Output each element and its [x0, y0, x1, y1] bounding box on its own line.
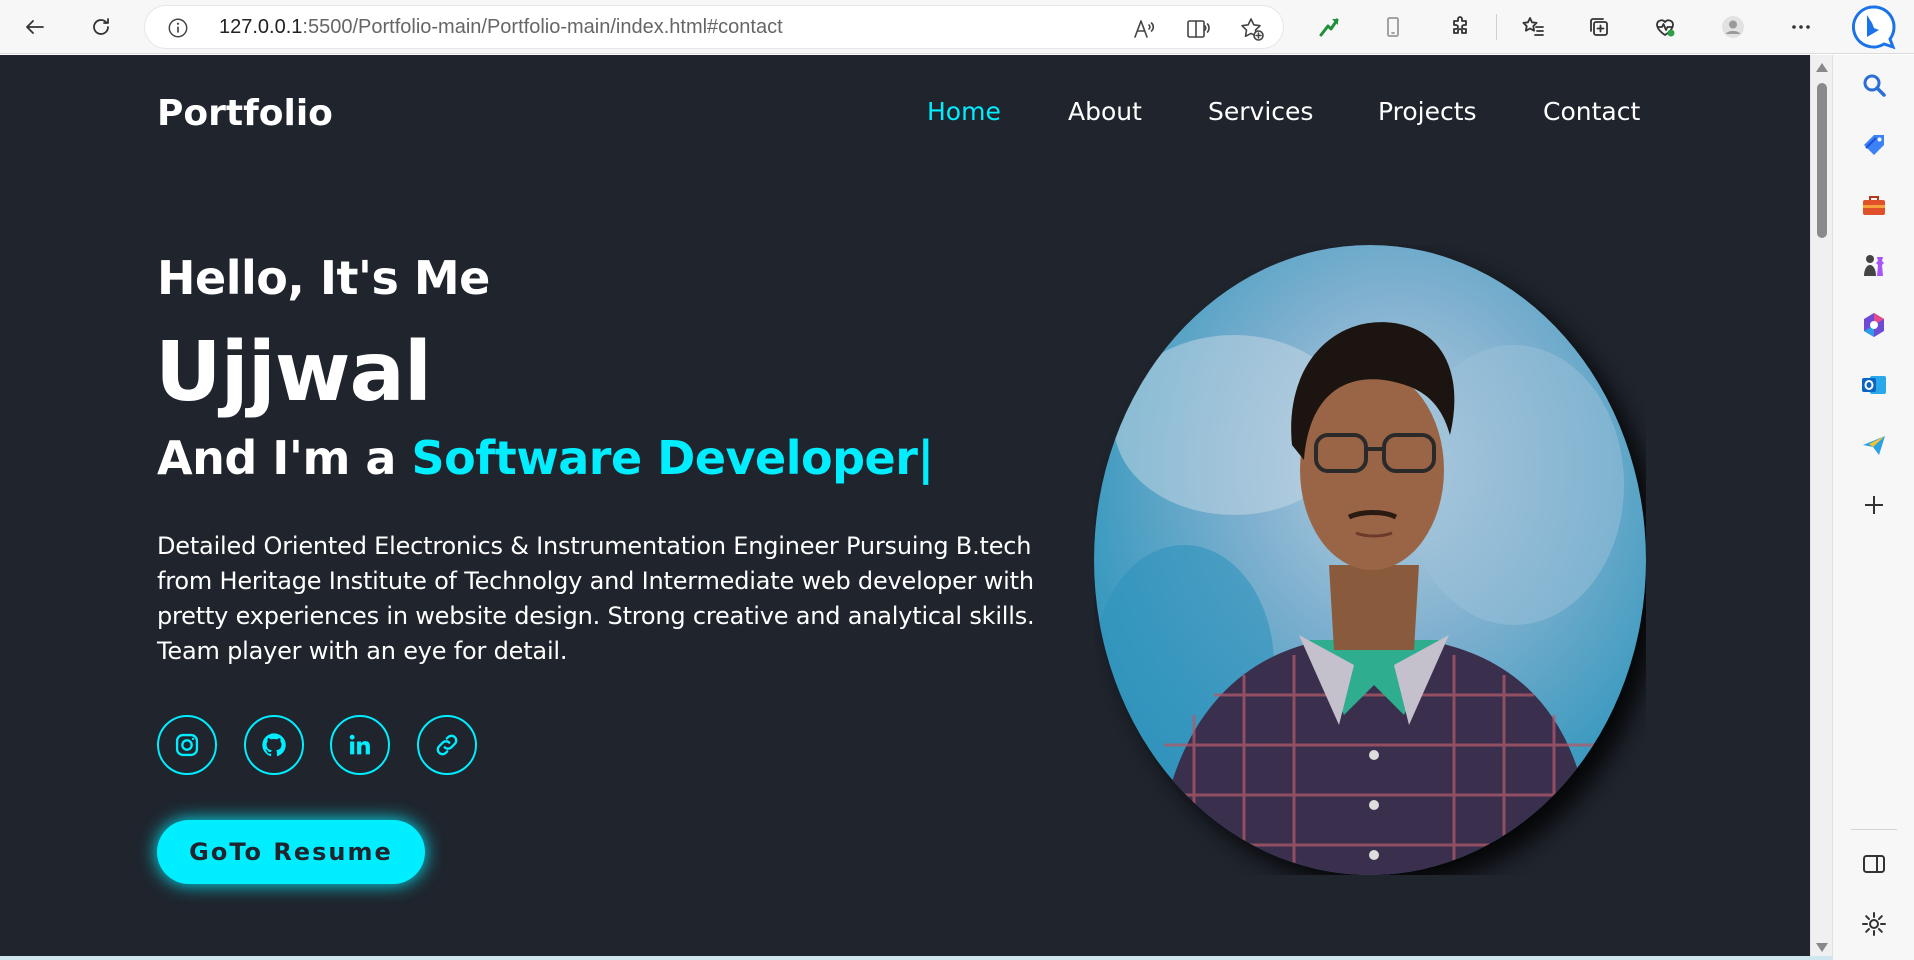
scrollbar-thumb[interactable] [1817, 83, 1827, 238]
url-host: 127.0.0.1 [219, 16, 303, 38]
link-icon[interactable] [417, 715, 477, 775]
linkedin-icon[interactable] [330, 715, 390, 775]
immersive-reader-icon[interactable] [1185, 16, 1211, 42]
browser-essentials-icon[interactable] [1646, 8, 1684, 46]
profile-icon[interactable] [1714, 8, 1752, 46]
add-icon[interactable] [1857, 488, 1891, 522]
search-icon[interactable] [1857, 68, 1891, 102]
nav-contact[interactable]: Contact [1543, 97, 1640, 126]
window-bottom-edge [0, 956, 1832, 960]
device-icon[interactable] [1374, 8, 1412, 46]
scroll-down-arrow-icon[interactable] [1816, 943, 1828, 952]
shopping-tag-icon[interactable] [1857, 128, 1891, 162]
hero-description: Detailed Oriented Electronics & Instrume… [157, 532, 1035, 665]
github-icon[interactable] [244, 715, 304, 775]
sidebar-divider [1851, 829, 1897, 830]
office-icon[interactable] [1857, 308, 1891, 342]
instagram-icon[interactable] [157, 715, 217, 775]
send-icon[interactable] [1857, 428, 1891, 462]
browser-toolbar: 127.0.0.1:5500/Portfolio-main/Portfolio-… [0, 0, 1914, 54]
tools-icon[interactable] [1857, 188, 1891, 222]
profile-photo [1094, 245, 1646, 875]
collections-icon[interactable] [1580, 8, 1618, 46]
extensions-icon[interactable] [1441, 8, 1479, 46]
outlook-icon[interactable] [1857, 368, 1891, 402]
nav-about[interactable]: About [1068, 97, 1142, 126]
role-prefix: And I'm a [157, 431, 412, 485]
nav-home[interactable]: Home [927, 97, 1001, 126]
toolbar-separator [1496, 14, 1497, 40]
read-aloud-icon[interactable] [1131, 16, 1157, 42]
browser-sidebar [1832, 55, 1914, 960]
add-favorite-icon[interactable] [1239, 16, 1265, 42]
scroll-up-arrow-icon[interactable] [1816, 63, 1828, 72]
page-viewport: Portfolio Home About Services Projects C… [0, 55, 1810, 960]
more-icon[interactable] [1782, 8, 1820, 46]
nav-services[interactable]: Services [1208, 97, 1313, 126]
refresh-icon[interactable] [82, 8, 120, 46]
site-info-icon[interactable] [167, 17, 189, 39]
extension-arrow-icon[interactable] [1310, 8, 1348, 46]
goto-resume-button[interactable]: GoTo Resume [157, 820, 425, 884]
hero-greeting: Hello, It's Me [157, 251, 490, 305]
hero-role: And I'm a Software Developer| [157, 431, 934, 485]
page-scrollbar[interactable] [1810, 55, 1832, 960]
address-bar[interactable]: 127.0.0.1:5500/Portfolio-main/Portfolio-… [144, 5, 1284, 49]
main-nav: Home About Services Projects Contact [0, 97, 1810, 137]
nav-projects[interactable]: Projects [1378, 97, 1477, 126]
url-path: :5500/Portfolio-main/Portfolio-main/inde… [302, 16, 783, 38]
url-text[interactable]: 127.0.0.1:5500/Portfolio-main/Portfolio-… [219, 16, 783, 39]
hero-name: Ujjwal [155, 325, 432, 420]
games-icon[interactable] [1857, 248, 1891, 282]
role-typed-text: Software Developer [411, 431, 918, 485]
back-icon[interactable] [16, 8, 54, 46]
bing-copilot-icon[interactable] [1848, 4, 1898, 50]
typing-cursor: | [917, 431, 934, 485]
sidebar-toggle-icon[interactable] [1857, 847, 1891, 881]
settings-icon[interactable] [1857, 907, 1891, 941]
favorites-icon[interactable] [1514, 8, 1552, 46]
